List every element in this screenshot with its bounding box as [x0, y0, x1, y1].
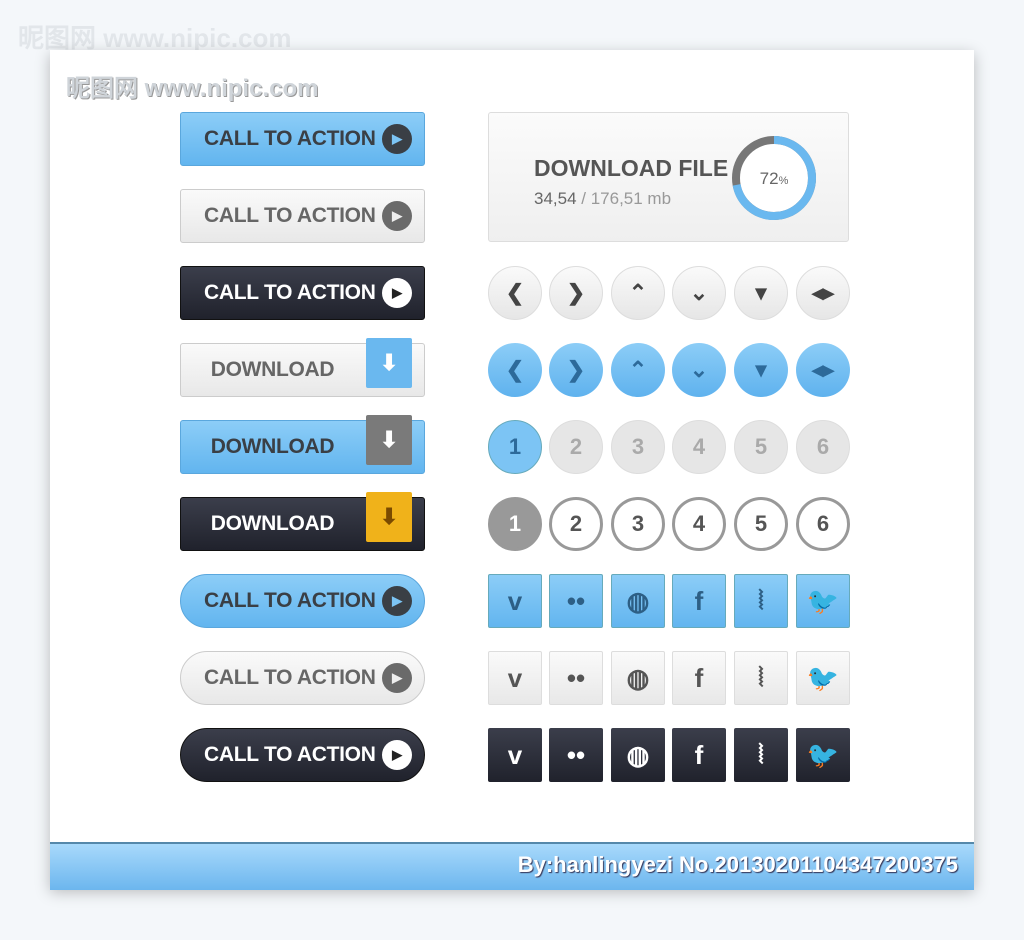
page-button-3[interactable]: 3 [611, 497, 665, 551]
call-to-action-button[interactable]: CALL TO ACTION ▶ [180, 189, 425, 243]
page-button-1[interactable]: 1 [488, 420, 542, 474]
vimeo-icon[interactable]: v [488, 651, 542, 705]
vimeo-icon[interactable]: v [488, 728, 542, 782]
play-icon: ▶ [382, 124, 412, 154]
chevron-up-icon[interactable]: ⌃ [611, 343, 665, 397]
caret-down-icon[interactable]: ▾ [734, 266, 788, 320]
chevron-right-icon[interactable]: ❯ [549, 343, 603, 397]
percent-sign: % [779, 175, 789, 187]
page-button-4[interactable]: 4 [672, 497, 726, 551]
dribbble-icon[interactable]: ◍ [611, 651, 665, 705]
chevron-right-icon[interactable]: ❯ [549, 266, 603, 320]
flickr-icon[interactable]: •• [549, 651, 603, 705]
play-icon: ▶ [382, 278, 412, 308]
call-to-action-button[interactable]: CALL TO ACTION ▶ [180, 112, 425, 166]
footer-credit: By:hanlingyezi No.20130201104347200375 [517, 852, 958, 877]
play-icon: ▶ [382, 663, 412, 693]
chevron-up-icon[interactable]: ⌃ [611, 266, 665, 320]
flickr-icon[interactable]: •• [549, 728, 603, 782]
total-size: / 176,51 mb [576, 189, 672, 208]
page-button-5[interactable]: 5 [734, 497, 788, 551]
chevron-down-icon[interactable]: ⌄ [672, 343, 726, 397]
download-button[interactable]: DOWNLOAD ⬇ [180, 415, 425, 474]
page-button-3[interactable]: 3 [611, 420, 665, 474]
twitter-icon[interactable]: 🐦 [796, 574, 850, 628]
progress-label: 72 [760, 169, 779, 188]
page-button-2[interactable]: 2 [549, 420, 603, 474]
download-file-panel: DOWNLOAD FILE 34,54 / 176,51 mb 72% [488, 112, 849, 242]
play-icon: ▶ [382, 586, 412, 616]
download-arrow-icon: ⬇ [366, 492, 412, 542]
download-arrow-icon: ⬇ [366, 338, 412, 388]
left-right-icon[interactable]: ◂▸ [796, 343, 850, 397]
dribbble-icon[interactable]: ◍ [611, 574, 665, 628]
rss-icon[interactable]: ⦚ [734, 728, 788, 782]
flickr-icon[interactable]: •• [549, 574, 603, 628]
footer-bar: By:hanlingyezi No.20130201104347200375 [50, 842, 974, 890]
call-to-action-button[interactable]: CALL TO ACTION ▶ [180, 266, 425, 320]
left-right-icon[interactable]: ◂▸ [796, 266, 850, 320]
progress-ring: 72% [732, 136, 816, 220]
download-file-title: DOWNLOAD FILE [534, 155, 729, 181]
facebook-icon[interactable]: f [672, 728, 726, 782]
caret-down-icon[interactable]: ▾ [734, 343, 788, 397]
call-to-action-button[interactable]: CALL TO ACTION ▶ [180, 728, 425, 782]
play-icon: ▶ [382, 201, 412, 231]
twitter-icon[interactable]: 🐦 [796, 651, 850, 705]
watermark-logo: 昵图网 www.nipic.com [66, 75, 319, 102]
button-label: CALL TO ACTION [204, 589, 376, 612]
page-button-4[interactable]: 4 [672, 420, 726, 474]
chevron-left-icon[interactable]: ❮ [488, 343, 542, 397]
call-to-action-button[interactable]: CALL TO ACTION ▶ [180, 574, 425, 628]
button-label: CALL TO ACTION [204, 204, 376, 227]
chevron-left-icon[interactable]: ❮ [488, 266, 542, 320]
play-icon: ▶ [382, 740, 412, 770]
download-button[interactable]: DOWNLOAD ⬇ [180, 338, 425, 397]
download-button[interactable]: DOWNLOAD ⬇ [180, 492, 425, 551]
download-arrow-icon: ⬇ [366, 415, 412, 465]
page-button-6[interactable]: 6 [796, 497, 850, 551]
download-file-size: 34,54 / 176,51 mb [534, 189, 671, 209]
button-label: CALL TO ACTION [204, 666, 376, 689]
rss-icon[interactable]: ⦚ [734, 574, 788, 628]
page-button-2[interactable]: 2 [549, 497, 603, 551]
page-button-5[interactable]: 5 [734, 420, 788, 474]
button-label: CALL TO ACTION [204, 281, 376, 304]
twitter-icon[interactable]: 🐦 [796, 728, 850, 782]
downloaded-size: 34,54 [534, 189, 577, 208]
rss-icon[interactable]: ⦚ [734, 651, 788, 705]
call-to-action-button[interactable]: CALL TO ACTION ▶ [180, 651, 425, 705]
facebook-icon[interactable]: f [672, 651, 726, 705]
vimeo-icon[interactable]: v [488, 574, 542, 628]
page-button-1[interactable]: 1 [488, 497, 542, 551]
facebook-icon[interactable]: f [672, 574, 726, 628]
dribbble-icon[interactable]: ◍ [611, 728, 665, 782]
page-button-6[interactable]: 6 [796, 420, 850, 474]
button-label: CALL TO ACTION [204, 743, 376, 766]
button-label: CALL TO ACTION [204, 127, 376, 150]
chevron-down-icon[interactable]: ⌄ [672, 266, 726, 320]
